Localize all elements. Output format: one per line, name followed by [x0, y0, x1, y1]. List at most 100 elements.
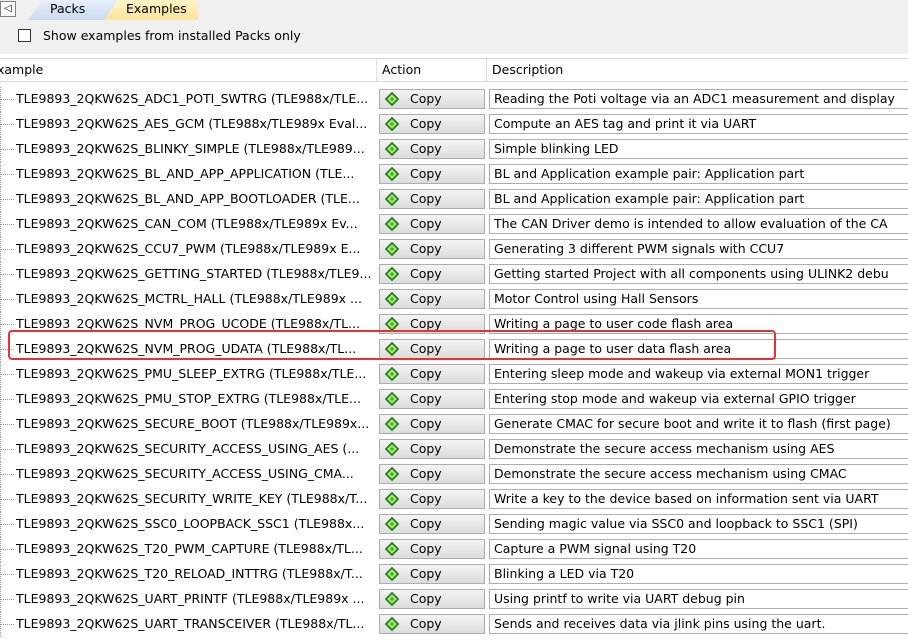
table-row[interactable]: TLE9893_2QKW62S_T20_RELOAD_INTTRG (TLE98…: [0, 562, 908, 587]
copy-button[interactable]: Copy: [379, 539, 485, 559]
table-row[interactable]: TLE9893_2QKW62S_SSC0_LOOPBACK_SSC1 (TLE9…: [0, 512, 908, 537]
copy-button[interactable]: Copy: [379, 114, 485, 134]
copy-diamond-icon: [385, 617, 399, 631]
copy-button[interactable]: Copy: [379, 264, 485, 284]
tree-connector: [0, 374, 14, 375]
table-row[interactable]: TLE9893_2QKW62S_ADC1_POTI_SWTRG (TLE988x…: [0, 87, 908, 112]
example-name[interactable]: TLE9893_2QKW62S_NVM_PROG_UDATA (TLE988x/…: [16, 340, 376, 358]
copy-button[interactable]: Copy: [379, 139, 485, 159]
table-row[interactable]: TLE9893_2QKW62S_NVM_PROG_UDATA (TLE988x/…: [0, 337, 908, 362]
table-row[interactable]: TLE9893_2QKW62S_NVM_PROG_UCODE (TLE988x/…: [0, 312, 908, 337]
example-name[interactable]: TLE9893_2QKW62S_MCTRL_HALL (TLE988x/TLE9…: [16, 290, 376, 308]
copy-button[interactable]: Copy: [379, 414, 485, 434]
copy-diamond-icon: [385, 242, 399, 256]
copy-button-label: Copy: [410, 466, 442, 481]
tree-connector: [0, 449, 14, 450]
table-row[interactable]: TLE9893_2QKW62S_BLINKY_SIMPLE (TLE988x/T…: [0, 137, 908, 162]
installed-packs-only-checkbox[interactable]: [18, 29, 31, 42]
copy-button[interactable]: Copy: [379, 364, 485, 384]
copy-button[interactable]: Copy: [379, 314, 485, 334]
example-name[interactable]: TLE9893_2QKW62S_SECURITY_WRITE_KEY (TLE9…: [16, 490, 376, 508]
example-name[interactable]: TLE9893_2QKW62S_SECURITY_ACCESS_USING_CM…: [16, 465, 376, 483]
table-row[interactable]: TLE9893_2QKW62S_BL_AND_APP_APPLICATION (…: [0, 162, 908, 187]
example-name[interactable]: TLE9893_2QKW62S_NVM_PROG_UCODE (TLE988x/…: [16, 315, 376, 333]
copy-button[interactable]: Copy: [379, 614, 485, 634]
copy-button[interactable]: Copy: [379, 439, 485, 459]
copy-button[interactable]: Copy: [379, 239, 485, 259]
tree-connector: [0, 399, 14, 400]
table-row[interactable]: TLE9893_2QKW62S_CCU7_PWM (TLE988x/TLE989…: [0, 237, 908, 262]
tree-connector: [0, 424, 14, 425]
copy-diamond-icon: [385, 367, 399, 381]
table-row[interactable]: TLE9893_2QKW62S_UART_PRINTF (TLE988x/TLE…: [0, 587, 908, 612]
copy-button[interactable]: Copy: [379, 589, 485, 609]
example-name[interactable]: TLE9893_2QKW62S_T20_RELOAD_INTTRG (TLE98…: [16, 565, 376, 583]
example-name[interactable]: TLE9893_2QKW62S_BL_AND_APP_APPLICATION (…: [16, 165, 376, 183]
example-name[interactable]: TLE9893_2QKW62S_ADC1_POTI_SWTRG (TLE988x…: [16, 90, 376, 108]
copy-button[interactable]: Copy: [379, 214, 485, 234]
example-description: Generate CMAC for secure boot and write …: [489, 414, 908, 434]
copy-diamond-icon: [385, 267, 399, 281]
table-row[interactable]: TLE9893_2QKW62S_PMU_SLEEP_EXTRG (TLE988x…: [0, 362, 908, 387]
tree-connector: [0, 549, 14, 550]
copy-button[interactable]: Copy: [379, 514, 485, 534]
copy-diamond-icon: [385, 492, 399, 506]
copy-button[interactable]: Copy: [379, 389, 485, 409]
tree-connector: [0, 324, 14, 325]
example-name[interactable]: TLE9893_2QKW62S_SECURITY_ACCESS_USING_AE…: [16, 440, 376, 458]
tree-connector: [0, 524, 14, 525]
table-row[interactable]: TLE9893_2QKW62S_GETTING_STARTED (TLE988x…: [0, 262, 908, 287]
example-description: Demonstrate the secure access mechanism …: [489, 439, 908, 459]
installed-packs-only-label[interactable]: Show examples from installed Packs only: [43, 28, 301, 44]
example-name[interactable]: TLE9893_2QKW62S_GETTING_STARTED (TLE988x…: [16, 265, 376, 283]
copy-diamond-icon: [385, 192, 399, 206]
copy-button[interactable]: Copy: [379, 164, 485, 184]
copy-button[interactable]: Copy: [379, 564, 485, 584]
example-name[interactable]: TLE9893_2QKW62S_PMU_STOP_EXTRG (TLE988x/…: [16, 390, 376, 408]
table-row[interactable]: TLE9893_2QKW62S_UART_TRANSCEIVER (TLE988…: [0, 612, 908, 637]
copy-button[interactable]: Copy: [379, 189, 485, 209]
table-row[interactable]: TLE9893_2QKW62S_SECURITY_ACCESS_USING_AE…: [0, 437, 908, 462]
tab-scroll-left-icon[interactable]: ◁: [0, 1, 16, 17]
table-row[interactable]: TLE9893_2QKW62S_AES_GCM (TLE988x/TLE989x…: [0, 112, 908, 137]
copy-diamond-icon: [385, 467, 399, 481]
copy-diamond-icon: [385, 217, 399, 231]
column-header-action[interactable]: Action: [377, 59, 487, 81]
table-row[interactable]: TLE9893_2QKW62S_T20_PWM_CAPTURE (TLE988x…: [0, 537, 908, 562]
tab-examples[interactable]: Examples: [104, 0, 198, 20]
example-name[interactable]: TLE9893_2QKW62S_UART_PRINTF (TLE988x/TLE…: [16, 590, 376, 608]
copy-button[interactable]: Copy: [379, 489, 485, 509]
example-name[interactable]: TLE9893_2QKW62S_CAN_COM (TLE988x/TLE989x…: [16, 215, 376, 233]
table-row[interactable]: TLE9893_2QKW62S_PMU_STOP_EXTRG (TLE988x/…: [0, 387, 908, 412]
example-description: Sending magic value via SSC0 and loopbac…: [489, 514, 908, 534]
example-name[interactable]: TLE9893_2QKW62S_BL_AND_APP_BOOTLOADER (T…: [16, 190, 376, 208]
example-name[interactable]: TLE9893_2QKW62S_SECURE_BOOT (TLE988x/TLE…: [16, 415, 376, 433]
example-description: Demonstrate the secure access mechanism …: [489, 464, 908, 484]
tree-connector: [0, 599, 14, 600]
copy-button[interactable]: Copy: [379, 289, 485, 309]
column-header-example[interactable]: xample: [0, 59, 377, 81]
example-name[interactable]: TLE9893_2QKW62S_AES_GCM (TLE988x/TLE989x…: [16, 115, 376, 133]
tree-connector: [0, 99, 14, 100]
copy-button-label: Copy: [410, 341, 442, 356]
copy-button[interactable]: Copy: [379, 464, 485, 484]
table-row[interactable]: TLE9893_2QKW62S_SECURITY_WRITE_KEY (TLE9…: [0, 487, 908, 512]
table-row[interactable]: TLE9893_2QKW62S_CAN_COM (TLE988x/TLE989x…: [0, 212, 908, 237]
example-description: Write a key to the device based on infor…: [489, 489, 908, 509]
tree-connector: [0, 224, 14, 225]
table-row[interactable]: TLE9893_2QKW62S_SECURITY_ACCESS_USING_CM…: [0, 462, 908, 487]
table-row[interactable]: TLE9893_2QKW62S_BL_AND_APP_BOOTLOADER (T…: [0, 187, 908, 212]
example-description: Compute an AES tag and print it via UART: [489, 114, 908, 134]
column-header-description[interactable]: Description: [487, 59, 908, 81]
example-name[interactable]: TLE9893_2QKW62S_T20_PWM_CAPTURE (TLE988x…: [16, 540, 376, 558]
copy-button[interactable]: Copy: [379, 89, 485, 109]
example-name[interactable]: TLE9893_2QKW62S_SSC0_LOOPBACK_SSC1 (TLE9…: [16, 515, 376, 533]
example-description: Entering sleep mode and wakeup via exter…: [489, 364, 908, 384]
example-name[interactable]: TLE9893_2QKW62S_BLINKY_SIMPLE (TLE988x/T…: [16, 140, 376, 158]
example-name[interactable]: TLE9893_2QKW62S_CCU7_PWM (TLE988x/TLE989…: [16, 240, 376, 258]
table-row[interactable]: TLE9893_2QKW62S_SECURE_BOOT (TLE988x/TLE…: [0, 412, 908, 437]
table-row[interactable]: TLE9893_2QKW62S_MCTRL_HALL (TLE988x/TLE9…: [0, 287, 908, 312]
copy-button[interactable]: Copy: [379, 339, 485, 359]
example-name[interactable]: TLE9893_2QKW62S_PMU_SLEEP_EXTRG (TLE988x…: [16, 365, 376, 383]
example-name[interactable]: TLE9893_2QKW62S_UART_TRANSCEIVER (TLE988…: [16, 615, 376, 633]
